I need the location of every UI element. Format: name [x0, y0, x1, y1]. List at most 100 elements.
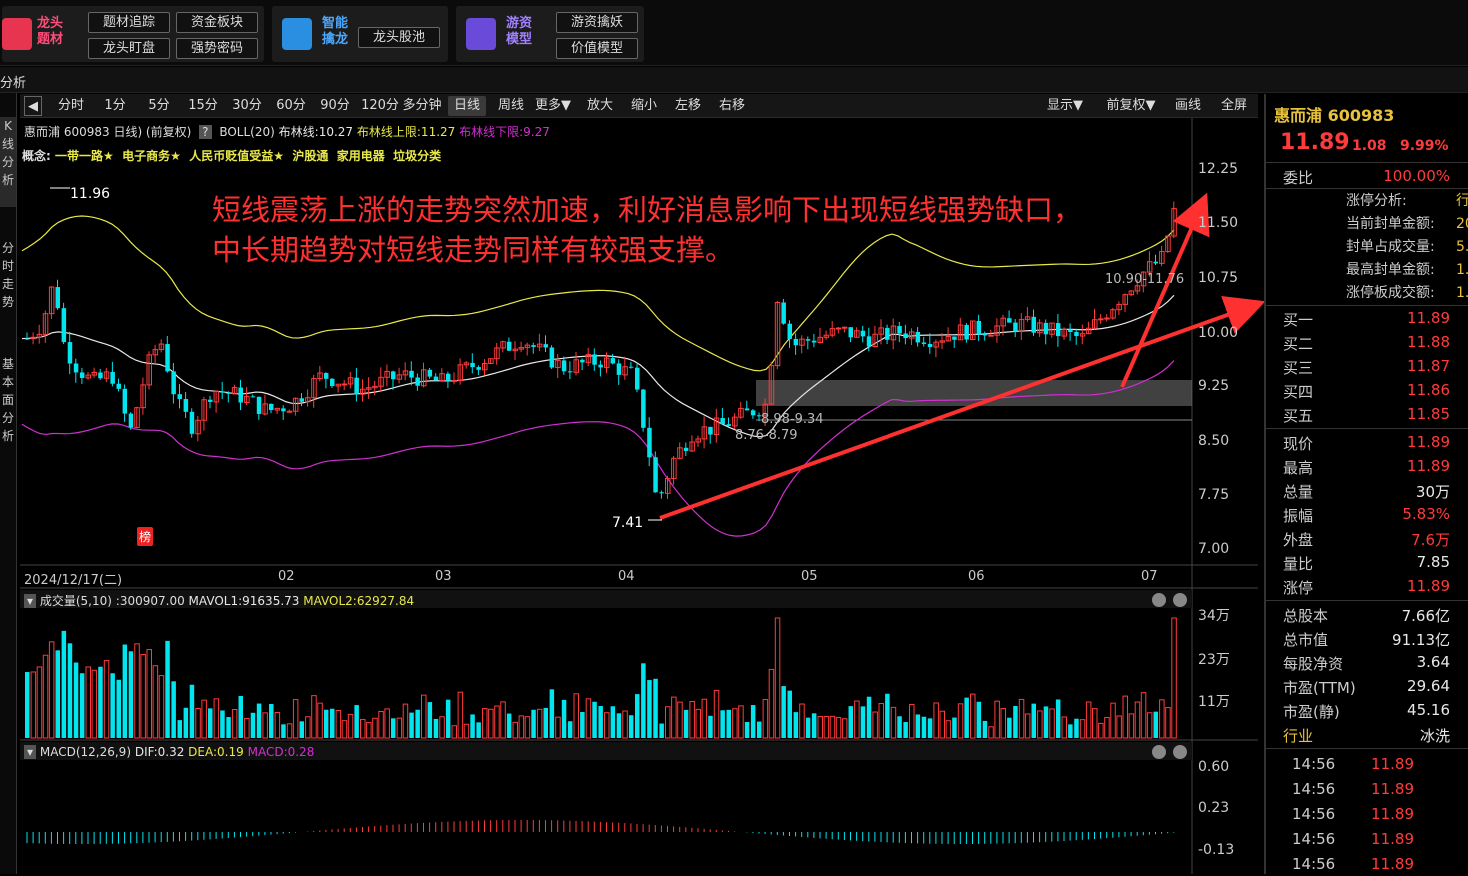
stock-title: 惠而浦 600983 日线) (前复权)	[24, 125, 192, 139]
volume-bar	[897, 716, 902, 738]
gap-range-1: 8.98-9.34	[761, 412, 824, 427]
smart-dragon-icon	[282, 18, 312, 50]
more-dropdown[interactable]: 更多▼	[532, 96, 574, 116]
candle	[689, 441, 695, 452]
concept-item[interactable]: 沪股通	[292, 149, 328, 163]
stat-row: 涨停 11.89	[1283, 577, 1450, 597]
collapse-left-icon[interactable]: ◀	[24, 96, 42, 116]
topic-tracking-button[interactable]: 题材追踪	[88, 12, 170, 33]
candle	[433, 376, 439, 381]
volume-bar	[445, 699, 451, 738]
concept-item[interactable]: 垃圾分类	[393, 149, 441, 163]
pan-left-button[interactable]: 左移	[670, 96, 706, 116]
tab-5min[interactable]: 5分	[144, 96, 174, 116]
fullscreen-button[interactable]: 全屏	[1216, 96, 1252, 116]
volume-bar	[1013, 705, 1018, 738]
concept-item[interactable]: 一带一路★	[55, 149, 114, 163]
volume-bar	[1122, 695, 1128, 739]
candle	[512, 348, 518, 352]
dragon-pool-button[interactable]: 龙头股池	[358, 27, 440, 48]
tab-1min[interactable]: 1分	[100, 96, 130, 116]
volume-bar	[177, 720, 182, 738]
display-dropdown[interactable]: 显示▼	[1042, 96, 1088, 116]
draw-line-button[interactable]: 画线	[1170, 96, 1206, 116]
tab-timeshare[interactable]: 分时走势	[0, 239, 16, 319]
hot-money-label: 游资 模型	[506, 16, 533, 47]
fund-row: 市盈(静) 45.16	[1283, 701, 1450, 721]
candle	[122, 388, 128, 414]
candle	[1031, 316, 1036, 333]
tab-daily[interactable]: 日线	[448, 96, 486, 116]
value-model-button[interactable]: 价值模型	[556, 38, 638, 59]
candle	[335, 383, 342, 387]
smart-dragon-label: 智能 擒龙	[322, 16, 349, 47]
volume-bar	[774, 617, 781, 739]
fund-sector-button[interactable]: 资金板块	[176, 12, 258, 33]
candle	[738, 407, 744, 418]
help-icon[interactable]: ?	[199, 125, 212, 139]
tab-fundamental[interactable]: 基本面分析	[0, 355, 16, 455]
volume-bar	[463, 723, 470, 739]
tab-kline-analysis[interactable]: K线分析	[0, 117, 16, 207]
analysis-tab[interactable]: 分析	[0, 72, 26, 91]
concept-item[interactable]: 人民币贬值受益★	[189, 149, 284, 163]
candle	[988, 334, 994, 337]
tab-timeshare-chart[interactable]: 分时	[54, 96, 88, 116]
candle	[226, 392, 231, 394]
candle	[110, 371, 115, 384]
volume-bar	[671, 696, 677, 739]
candle	[1068, 329, 1073, 332]
candle	[994, 325, 1000, 336]
candle	[208, 399, 213, 402]
volume-bar	[573, 693, 579, 739]
volume-bar	[738, 705, 744, 739]
candle	[860, 330, 866, 337]
candle	[409, 370, 414, 378]
candle	[909, 331, 915, 339]
annotation-line-1: 短线震荡上涨的走势突然加速，利好消息影响下出现短线强势缺口，	[212, 193, 1083, 227]
strong-code-button[interactable]: 强势密码	[176, 38, 258, 59]
candle	[1159, 251, 1165, 264]
zoom-in-button[interactable]: 放大	[582, 96, 618, 116]
tab-30min[interactable]: 30分	[230, 96, 264, 116]
volume-bar	[25, 672, 30, 738]
tab-weekly[interactable]: 周线	[492, 96, 530, 116]
candle	[567, 371, 573, 373]
tab-60min[interactable]: 60分	[274, 96, 308, 116]
tab-15min[interactable]: 15分	[186, 96, 220, 116]
candle	[281, 408, 286, 412]
volume-bar	[42, 654, 49, 739]
rank-badge[interactable]: 榜	[137, 527, 154, 546]
volume-bar	[1024, 713, 1031, 739]
candle	[341, 383, 348, 386]
tick-row: 14:56 11.89	[1292, 755, 1414, 773]
collapse-icon[interactable]: ▾	[24, 594, 37, 608]
candle	[427, 369, 433, 377]
pan-right-button[interactable]: 右移	[714, 96, 750, 116]
candle	[604, 357, 610, 368]
tab-120min[interactable]: 120分	[360, 96, 400, 116]
volume-bar	[512, 721, 518, 739]
dragon-theme-icon	[2, 18, 32, 50]
candle	[1104, 317, 1110, 320]
concept-item[interactable]: 电子商务★	[122, 149, 181, 163]
volume-bar	[1165, 707, 1171, 739]
zoom-out-button[interactable]: 缩小	[626, 96, 662, 116]
volume-bar	[841, 718, 848, 739]
dragon-watch-button[interactable]: 龙头盯盘	[88, 38, 170, 59]
volume-bar	[488, 708, 494, 739]
candle	[744, 408, 750, 411]
hot-money-catch-button[interactable]: 游资擒妖	[556, 12, 638, 33]
volume-header: ▾ 成交量(5,10) :300907.00 MAVOL1:91635.73 M…	[24, 592, 414, 609]
volume-bar	[391, 718, 396, 738]
adjust-dropdown[interactable]: 前复权▼	[1104, 96, 1158, 116]
volume-bar	[305, 716, 311, 739]
collapse-icon[interactable]: ▾	[24, 745, 37, 759]
price-change-pct: 9.99%	[1400, 138, 1449, 154]
tab-multi-min[interactable]: 多分钟	[402, 96, 442, 116]
volume-bar	[1092, 708, 1098, 739]
concept-item[interactable]: 家用电器	[337, 149, 385, 163]
macd-dif: DIF:0.32	[134, 745, 185, 759]
volume-bar	[945, 720, 952, 739]
tab-90min[interactable]: 90分	[318, 96, 352, 116]
